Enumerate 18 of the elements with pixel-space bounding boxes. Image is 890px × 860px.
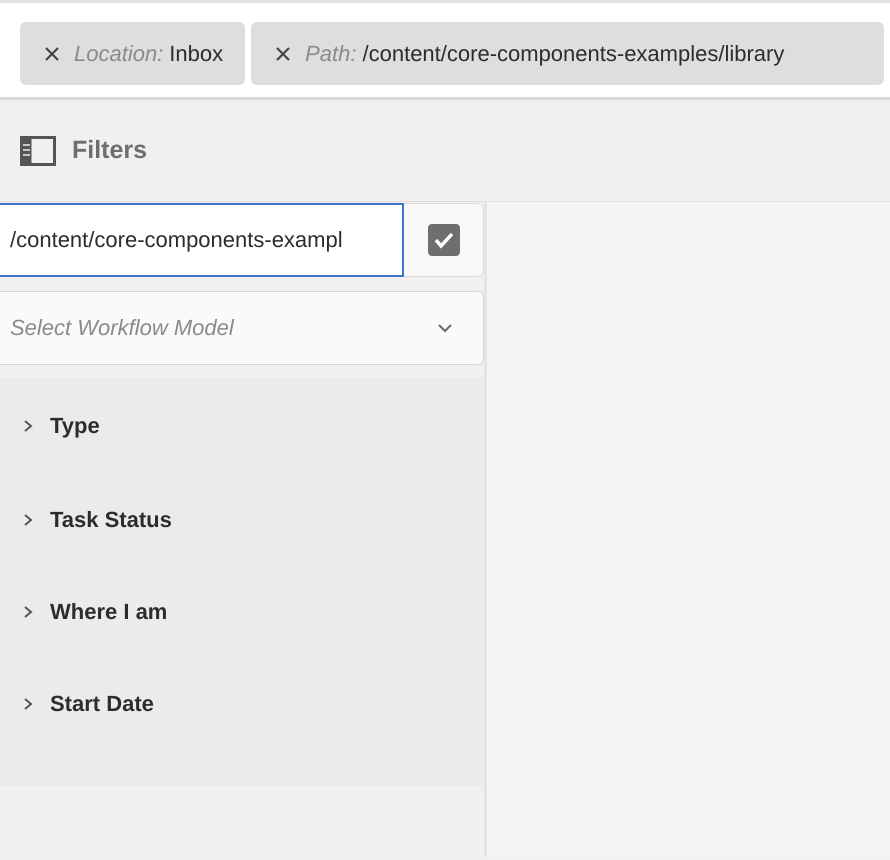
checkbox[interactable] — [428, 224, 460, 256]
panel-title: Filters — [72, 136, 148, 165]
dropdown-placeholder: Select Workflow Model — [10, 315, 234, 341]
close-icon[interactable] — [275, 46, 292, 62]
close-icon[interactable] — [44, 46, 60, 62]
accordion-item[interactable]: Type — [0, 378, 484, 474]
accordion-item[interactable]: Start Date — [0, 658, 484, 750]
sidebar-icon[interactable] — [20, 136, 56, 166]
accordion-item[interactable]: Where I am — [0, 566, 484, 658]
tag-label: Path: — [305, 40, 356, 66]
check-icon — [432, 231, 454, 249]
tag-label: Location: — [74, 40, 164, 66]
accordion-item[interactable]: Task Status — [0, 474, 484, 566]
path-field[interactable]: /content/core-components-exampl — [0, 203, 404, 277]
tag-value: /content/core-components-examples/library — [362, 40, 784, 66]
tag-value: Inbox — [169, 40, 224, 66]
checkbox-button[interactable] — [404, 203, 484, 277]
chevron-down-icon — [437, 323, 453, 333]
